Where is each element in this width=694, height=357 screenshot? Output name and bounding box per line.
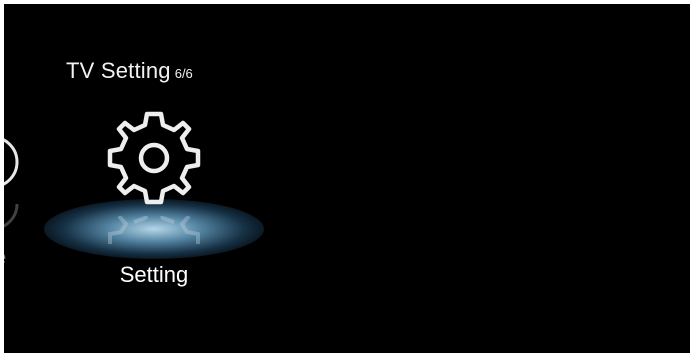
gear-icon — [107, 111, 201, 205]
header: TV Setting 6/6 — [66, 58, 193, 84]
menu-item-label: ime — [4, 247, 6, 270]
tv-setting-screen: TV Setting6/6 ime — [4, 4, 690, 353]
clock-reflection — [4, 204, 20, 228]
menu-item-setting[interactable]: Setting — [44, 104, 264, 294]
clock-icon — [4, 138, 19, 186]
page-indicator: 6/6 — [174, 66, 193, 81]
gear-reflection — [102, 216, 206, 244]
menu-item-label: Setting — [119, 262, 189, 287]
page-title: TV Setting — [66, 58, 171, 83]
